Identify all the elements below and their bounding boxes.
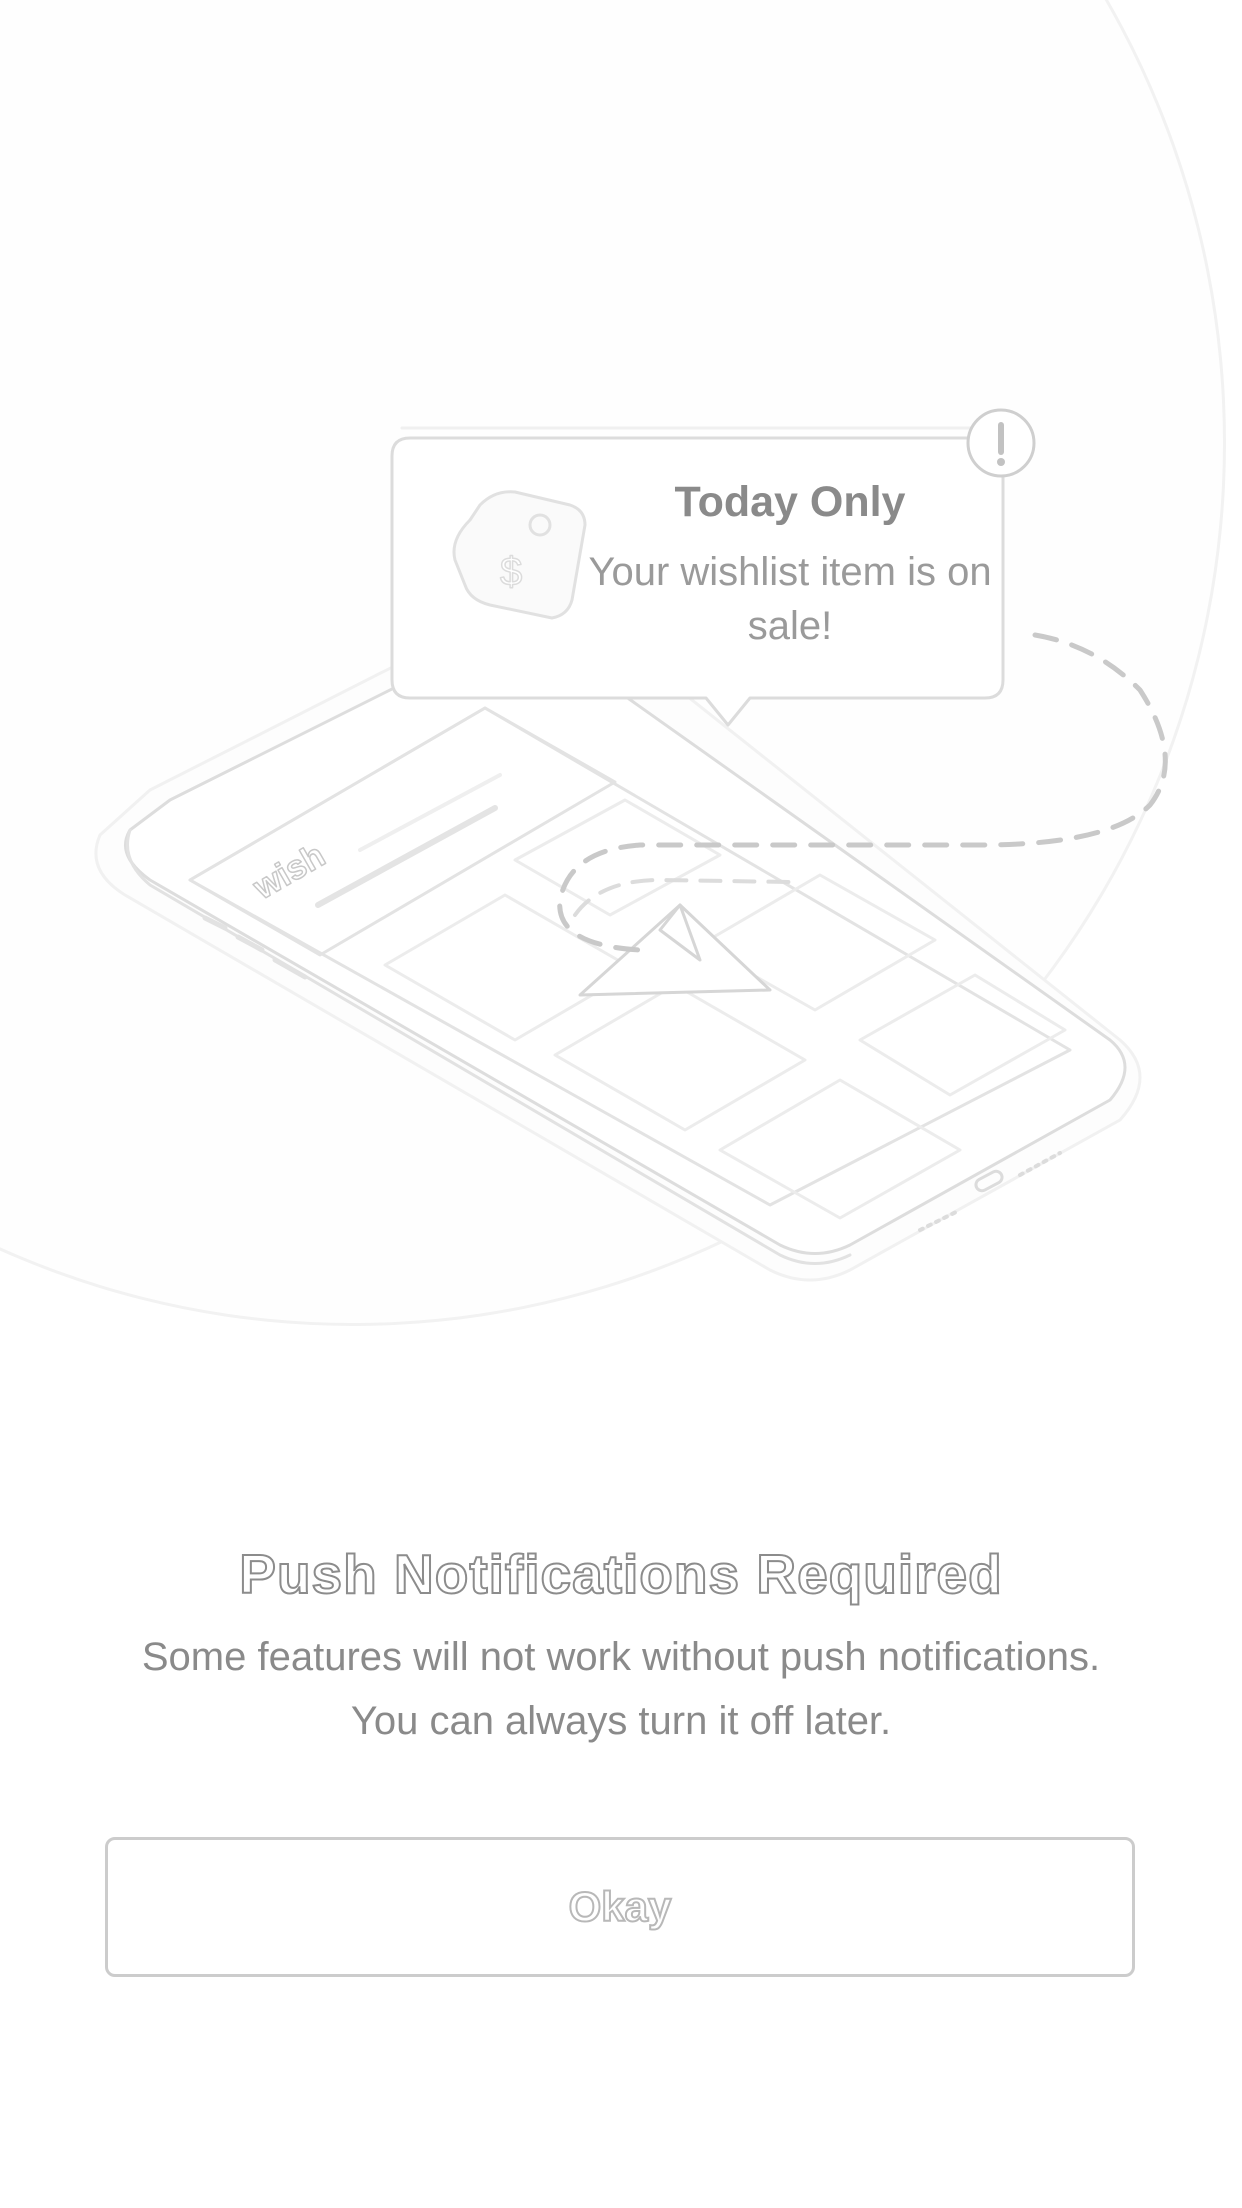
okay-button[interactable]: Okay xyxy=(105,1837,1135,1977)
permission-description: Some features will not work without push… xyxy=(60,1625,1182,1753)
notification-body: Your wishlist item is on sale! xyxy=(588,550,992,648)
page-title: Push Notifications Required xyxy=(238,1542,1003,1606)
notification-title: Today Only xyxy=(674,478,906,526)
okay-button-label: Okay xyxy=(568,1882,673,1931)
push-permission-screen: wish $ Today Only Your wishlist item is … xyxy=(0,0,1242,2208)
description-line-1: Some features will not work without push… xyxy=(141,1635,1101,1679)
svg-text:$: $ xyxy=(500,550,522,594)
description-line-2: You can always turn it off later. xyxy=(350,1699,892,1743)
